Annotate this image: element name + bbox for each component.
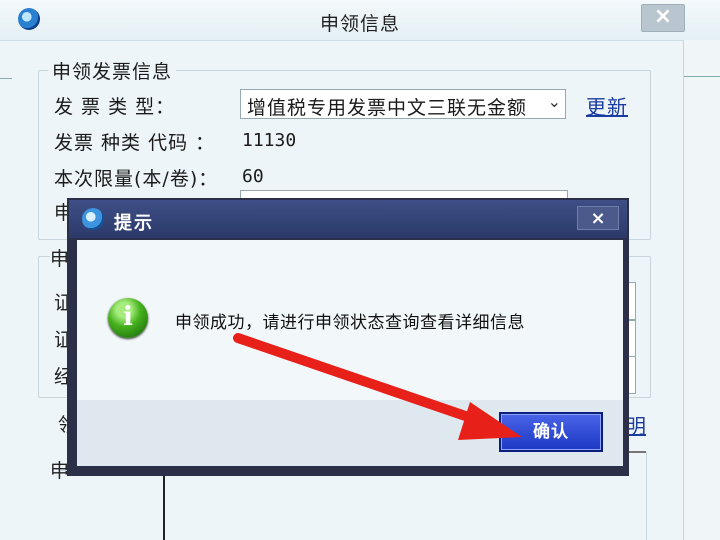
dialog-title: 提示 xyxy=(114,213,154,234)
dialog-message: 申领成功，请进行申领状态查询查看详细信息 xyxy=(175,313,525,333)
chevron-down-icon[interactable]: ⌄ xyxy=(548,92,561,111)
divider xyxy=(646,452,647,540)
invoice-info-legend: 申领发票信息 xyxy=(48,57,177,84)
confirm-button[interactable]: 确认 xyxy=(499,412,603,452)
invoice-code-value: 11130 xyxy=(242,130,297,151)
side-panel xyxy=(683,40,720,540)
update-link[interactable]: 更新 xyxy=(586,91,628,120)
divider xyxy=(0,78,12,79)
limit-label: 本次限量(本/卷)： xyxy=(54,168,219,190)
dialog-titlebar: 提示 × xyxy=(69,200,627,238)
window-close-button[interactable]: × xyxy=(641,4,685,32)
invoice-type-select[interactable]: 增值税专用发票中文三联无金额 ⌄ xyxy=(240,89,566,119)
window-titlebar: 申领信息 × xyxy=(0,0,720,41)
divider xyxy=(684,76,720,77)
app-logo-icon xyxy=(82,208,104,230)
table-column-divider xyxy=(163,470,165,540)
dialog-close-button[interactable]: × xyxy=(577,206,619,230)
limit-value: 60 xyxy=(242,166,264,187)
invoice-code-label: 发票 种类 代码 ： xyxy=(54,132,216,154)
dialog-body: i 申领成功，请进行申领状态查询查看详细信息 xyxy=(77,240,623,400)
prompt-dialog: 提示 × i 申领成功，请进行申领状态查询查看详细信息 确认 xyxy=(67,198,629,476)
info-icon: i xyxy=(108,298,148,338)
window-title: 申领信息 xyxy=(319,13,400,35)
invoice-type-value: 增值税专用发票中文三联无金额 xyxy=(247,97,528,119)
details-link[interactable]: 明 xyxy=(626,410,646,439)
info-icon-glyph: i xyxy=(123,302,133,332)
invoice-type-label: 发 票 类 型： xyxy=(54,96,176,118)
